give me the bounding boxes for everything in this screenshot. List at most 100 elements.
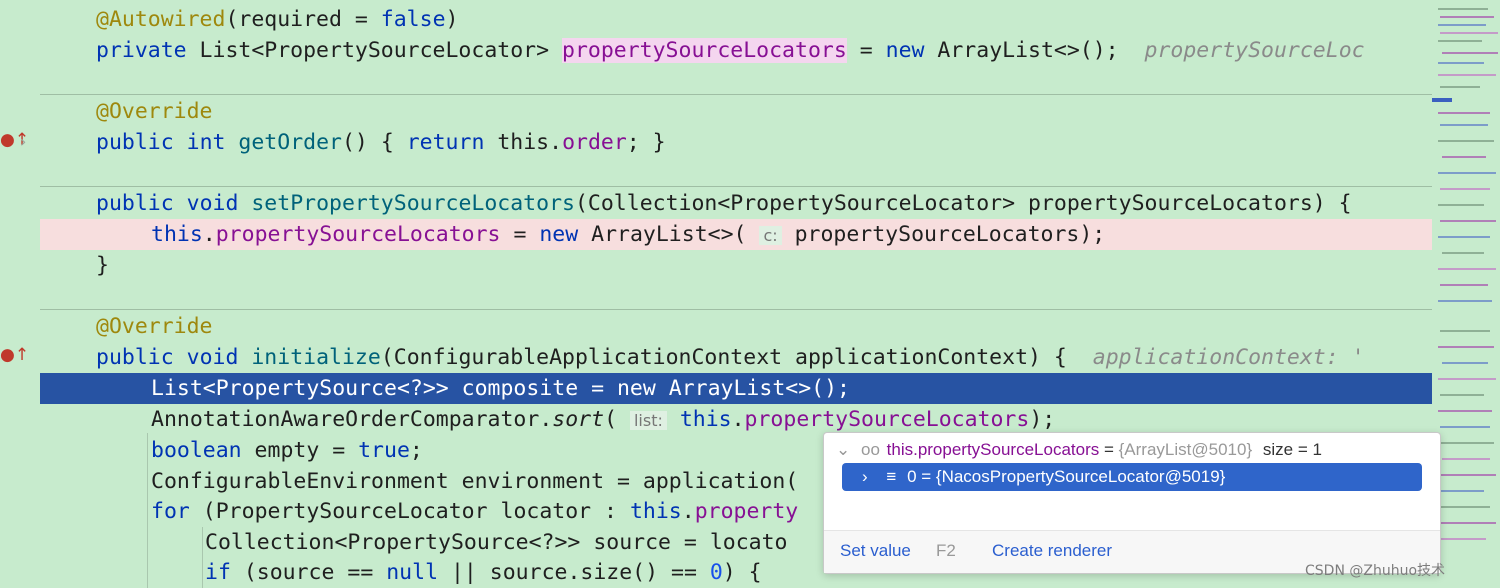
- variable-size: size = 1: [1262, 440, 1322, 459]
- code-text: (ConfigurableApplicationContext applicat…: [380, 345, 1067, 370]
- debugger-value-popup[interactable]: ⌄ oo this.propertySourceLocators = {Arra…: [823, 432, 1441, 574]
- keyword: new: [539, 222, 579, 247]
- code-text: AnnotationAwareOrderComparator.: [151, 407, 553, 432]
- method-separator: [40, 186, 1432, 187]
- code-line-8: @Override: [40, 311, 1432, 342]
- fold-arrow-icon[interactable]: ›: [20, 132, 26, 151]
- keyword: new: [885, 38, 925, 63]
- keyword: if: [205, 560, 231, 585]
- keyword: boolean: [151, 438, 242, 463]
- code-text: ): [445, 7, 459, 32]
- code-text: .: [202, 222, 216, 247]
- code-text: ; }: [626, 130, 666, 155]
- code-text: {: [380, 130, 407, 155]
- code-line-2: private List<PropertySourceLocator> prop…: [40, 35, 1432, 66]
- expand-arrow-icon[interactable]: ›: [862, 467, 868, 486]
- annotation: @Autowired: [96, 7, 226, 32]
- keyword: void: [186, 191, 239, 216]
- code-line-5: public void setPropertySourceLocators(Co…: [40, 188, 1432, 219]
- keyword: void: [186, 345, 239, 370]
- minimap[interactable]: [1432, 0, 1500, 588]
- inline-debug-hint: applicationContext: ': [1066, 345, 1365, 370]
- code-text: .: [681, 499, 695, 524]
- field-name: propertySourceLocators: [562, 38, 847, 63]
- collapse-icon[interactable]: ⌄: [836, 440, 850, 459]
- method-name: initialize: [251, 345, 381, 370]
- number-literal: 0: [709, 560, 723, 585]
- variable-row[interactable]: ⌄ oo this.propertySourceLocators = {Arra…: [836, 438, 1322, 462]
- keyword: int: [186, 130, 226, 155]
- code-text: }: [96, 253, 109, 278]
- code-text: ;: [409, 438, 423, 463]
- code-text: =: [846, 38, 886, 63]
- keyword: false: [380, 7, 446, 32]
- watch-glasses-icon: oo: [860, 440, 880, 459]
- annotation: @Override: [96, 314, 213, 339]
- code-text: List<PropertySourceLocator>: [186, 38, 562, 63]
- code-line-6: this.propertySourceLocators = new ArrayL…: [40, 219, 1432, 250]
- field-name[interactable]: propertySourceLocators: [745, 407, 1030, 432]
- method-name: setPropertySourceLocators: [251, 191, 575, 216]
- child-row-selected[interactable]: › ≡ 0 = {NacosPropertySourceLocator@5019…: [842, 463, 1422, 491]
- editor-gutter: ●↑ › ●↑: [0, 0, 40, 588]
- variable-eq: =: [1099, 440, 1119, 459]
- annotation: @Override: [96, 99, 213, 124]
- keyword: return: [406, 130, 485, 155]
- field-name: property: [694, 499, 799, 524]
- keyword: this: [151, 222, 203, 247]
- method-separator: [40, 94, 1432, 95]
- code-text: ArrayList<>();: [924, 38, 1119, 63]
- code-line-11: AnnotationAwareOrderComparator.sort( lis…: [40, 404, 1432, 435]
- override-marker-icon[interactable]: ●↑: [0, 345, 29, 365]
- keyword: true: [358, 438, 410, 463]
- code-text: (Collection<PropertySourceLocator> prope…: [574, 191, 1352, 216]
- code-line-1: @Autowired(required = false): [40, 4, 1432, 35]
- keyword: public: [96, 191, 174, 216]
- variable-name: this.propertySourceLocators: [886, 440, 1100, 459]
- code-text: propertySourceLocators);: [781, 222, 1106, 247]
- keyword: this: [629, 499, 682, 524]
- code-text: ) {: [722, 560, 762, 585]
- code-text: this.: [484, 130, 563, 155]
- method-name: getOrder: [238, 130, 342, 155]
- code-text: (): [341, 130, 381, 155]
- code-text: ArrayList<>(: [578, 222, 747, 247]
- code-text: List<PropertySource<?>> composite = new …: [151, 376, 850, 401]
- keyword: public: [96, 130, 174, 155]
- create-renderer-link[interactable]: Create renderer: [992, 541, 1112, 561]
- keyword: this: [679, 407, 732, 432]
- code-line-4: public int getOrder() { return this.orde…: [40, 127, 1432, 158]
- code-text: =: [500, 222, 540, 247]
- code-text: (required =: [225, 7, 381, 32]
- code-line-10-execution-point: List<PropertySource<?>> composite = new …: [40, 373, 1432, 404]
- code-line-3: @Override: [40, 96, 1432, 127]
- set-value-link[interactable]: Set value: [840, 541, 911, 561]
- method-separator: [40, 309, 1432, 310]
- code-text: (: [604, 407, 618, 432]
- code-text: );: [1029, 407, 1056, 432]
- set-value-shortcut: F2: [936, 541, 956, 560]
- inline-debug-hint: propertySourceLoc: [1118, 38, 1365, 63]
- code-text: (source ==: [230, 560, 387, 585]
- code-text: Collection<PropertySource<?>> source = l…: [205, 530, 788, 555]
- code-text: ConfigurableEnvironment environment = ap…: [151, 469, 799, 494]
- field-name: order: [562, 130, 627, 155]
- keyword: for: [151, 499, 190, 524]
- watermark: CSDN @Zhuhuo技术: [1305, 563, 1446, 579]
- parameter-hint: list:: [629, 411, 667, 430]
- code-line-7: }: [40, 250, 1432, 281]
- list-element-icon: ≡: [886, 467, 897, 486]
- variable-value: {ArrayList@5010}: [1118, 440, 1253, 459]
- code-text: empty =: [241, 438, 359, 463]
- code-text: .: [731, 407, 745, 432]
- keyword: private: [96, 38, 187, 63]
- code-text: (PropertySourceLocator locator :: [189, 499, 630, 524]
- parameter-hint: c:: [759, 226, 782, 245]
- code-line-9: public void initialize(ConfigurableAppli…: [40, 342, 1432, 373]
- keyword: public: [96, 345, 174, 370]
- keyword: null: [386, 560, 439, 585]
- code-text: || source.size() ==: [438, 560, 710, 585]
- field-name: propertySourceLocators: [215, 222, 501, 247]
- method-name: sort: [552, 407, 605, 432]
- child-value: 0 = {NacosPropertySourceLocator@5019}: [907, 467, 1226, 486]
